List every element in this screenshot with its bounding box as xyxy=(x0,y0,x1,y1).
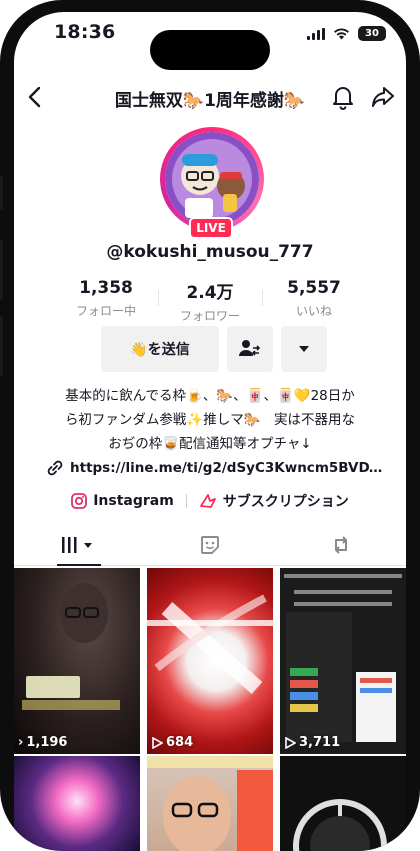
bio-line: 基本的に飲んでる枠🍺、🐎、🀄、🀄💛28日か xyxy=(65,388,355,404)
video-tile[interactable]: 684 xyxy=(147,568,273,754)
dynamic-island xyxy=(150,30,270,70)
link-icon xyxy=(47,460,63,476)
stat-label: フォロー中 xyxy=(75,304,136,318)
bio-line: ら初ファンダム参戦✨推しマ🐎 実は不器用な xyxy=(64,412,356,428)
view-count-value: 3,711 xyxy=(299,735,341,750)
stat-likes[interactable]: 5,557 いいね xyxy=(262,278,366,322)
bio-link[interactable]: https://line.me/ti/g2/dSyC3Kwncm5BVDYr..… xyxy=(46,460,386,476)
notification-button[interactable] xyxy=(330,84,356,110)
video-tile[interactable] xyxy=(14,756,140,851)
avatar-image xyxy=(165,132,259,226)
video-grid-icon xyxy=(62,536,93,553)
back-button[interactable] xyxy=(22,84,48,110)
stat-followers[interactable]: 2.4万 フォロワー xyxy=(158,278,262,323)
link-text: https://line.me/ti/g2/dSyC3Kwncm5BVDYr..… xyxy=(70,460,386,476)
view-count-value: 1,196 xyxy=(26,735,68,750)
bell-icon xyxy=(333,87,353,110)
screen: 18:36 30 国士無双🐎1周年感謝🐎 LIVE @kokushi_musou… xyxy=(14,12,406,851)
subscription-icon xyxy=(199,494,216,508)
stat-following[interactable]: 1,358 フォロー中 xyxy=(54,278,158,322)
stat-value: 1,358 xyxy=(79,278,133,298)
subscription-label: サブスクリプション xyxy=(222,494,349,510)
wifi-icon xyxy=(334,27,349,39)
stat-value: 2.4万 xyxy=(186,283,234,303)
page-title: 国士無双🐎1周年感謝🐎 xyxy=(114,91,306,111)
tab-reposts[interactable] xyxy=(275,524,406,565)
video-thumbnail xyxy=(284,574,402,742)
username: @kokushi_musou_777 xyxy=(106,242,314,262)
tab-reposts-sticker[interactable] xyxy=(145,524,276,565)
profile-actions: 👋を送信 xyxy=(101,326,327,372)
avatar[interactable]: LIVE xyxy=(160,127,264,239)
play-icon: › xyxy=(18,735,24,750)
view-count: 3,711 xyxy=(284,735,340,750)
repost-icon xyxy=(334,535,347,554)
play-icon xyxy=(285,736,296,749)
live-badge[interactable]: LIVE xyxy=(189,217,233,239)
tab-videos[interactable] xyxy=(14,524,145,566)
suggested-friends-button[interactable] xyxy=(227,326,273,372)
stat-value: 5,557 xyxy=(287,278,341,298)
bio: 基本的に飲んでる枠🍺、🐎、🀄、🀄💛28日か ら初ファンダム参戦✨推しマ🐎 実は不… xyxy=(34,384,386,456)
instagram-link[interactable]: Instagram xyxy=(71,493,174,509)
instagram-icon xyxy=(71,493,88,509)
cellular-icon xyxy=(307,27,325,40)
phone-volume-down xyxy=(0,316,3,376)
phone-action-button xyxy=(0,176,3,210)
divider xyxy=(185,494,187,508)
video-thumbnail xyxy=(22,583,120,710)
instagram-label: Instagram xyxy=(93,493,174,509)
caret-down-icon xyxy=(299,346,309,352)
video-tile[interactable] xyxy=(280,756,406,851)
video-thumbnail xyxy=(293,799,387,851)
chevron-left-icon xyxy=(28,86,41,108)
share-arrow-icon xyxy=(372,87,394,107)
sticker-icon xyxy=(201,535,219,554)
battery-icon: 30 xyxy=(358,26,386,41)
video-tile[interactable]: › 1,196 xyxy=(14,568,140,754)
video-tile[interactable]: 3,711 xyxy=(280,568,406,754)
view-count: 684 xyxy=(151,735,193,750)
video-tile[interactable] xyxy=(147,756,273,851)
stat-label: いいね xyxy=(295,304,332,318)
view-count-value: 684 xyxy=(166,735,194,750)
subscription-link[interactable]: サブスクリプション xyxy=(199,491,349,511)
share-button[interactable] xyxy=(370,84,396,110)
profile-tabs xyxy=(14,524,406,566)
send-message-button[interactable]: 👋を送信 xyxy=(101,326,219,372)
view-count: › 1,196 xyxy=(18,735,67,750)
social-links: Instagram サブスクリプション xyxy=(14,491,406,511)
video-thumbnail xyxy=(147,594,273,694)
video-thumbnail xyxy=(147,756,273,851)
bio-line: おぢの枠🥃配信通知等オプチャ↓ xyxy=(108,436,312,452)
more-options-button[interactable] xyxy=(281,326,327,372)
profile-stats: 1,358 フォロー中 2.4万 フォロワー 5,557 いいね xyxy=(54,278,366,323)
stat-label: フォロワー xyxy=(179,309,240,323)
status-icons: 30 xyxy=(307,26,386,41)
person-swap-icon xyxy=(239,340,261,356)
video-grid: › 1,196 684 3,711 xyxy=(14,568,406,851)
play-icon xyxy=(152,736,163,749)
profile-header: 国士無双🐎1周年感謝🐎 xyxy=(14,72,406,122)
phone-volume-up xyxy=(0,240,3,300)
status-time: 18:36 xyxy=(54,21,116,43)
phone-frame: 18:36 30 国士無双🐎1周年感謝🐎 LIVE @kokushi_musou… xyxy=(0,0,420,851)
